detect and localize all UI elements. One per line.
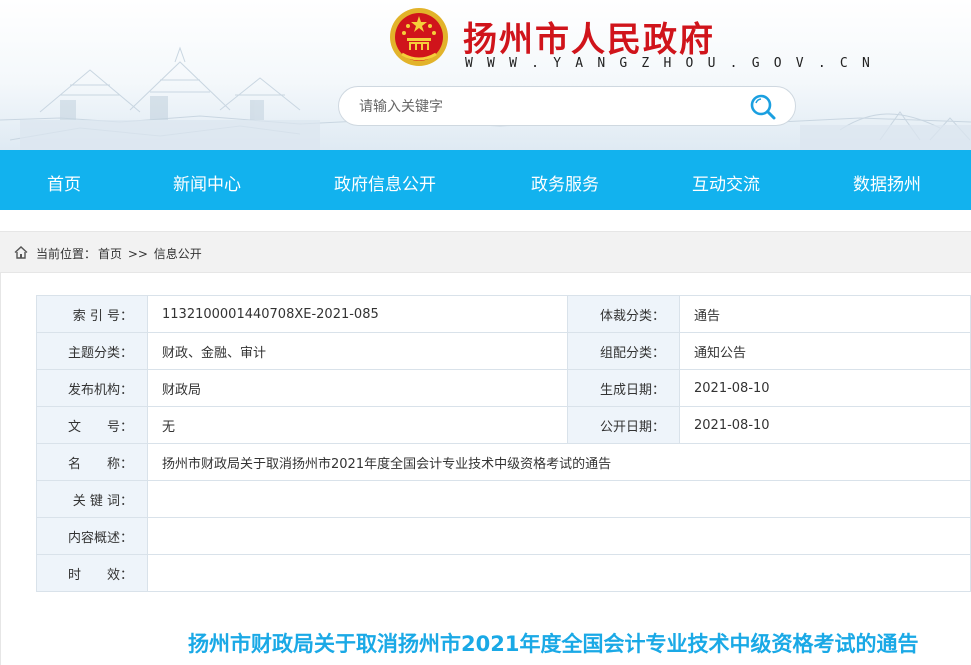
validity-value xyxy=(147,554,971,592)
table-row: 内容概述： xyxy=(36,517,971,555)
site-title: 扬州市人民政府 xyxy=(463,20,715,60)
breadcrumb-separator: >> xyxy=(124,247,152,261)
breadcrumb-trail: 当前位置： 首页 >> 信息公开 xyxy=(36,245,204,262)
site-header: 扬州市人民政府 W W W . Y A N G Z H O U . G O V … xyxy=(0,0,971,150)
genre-value: 通告 xyxy=(679,295,971,333)
created-value: 2021-08-10 xyxy=(679,369,971,407)
org-label: 发布机构： xyxy=(36,369,148,407)
genre-label: 体裁分类： xyxy=(567,295,680,333)
keywords-label: 关 键 词： xyxy=(36,480,148,518)
name-label: 名 称： xyxy=(36,443,148,481)
name-value: 扬州市财政局关于取消扬州市2021年度全国会计专业技术中级资格考试的通告 xyxy=(147,443,971,481)
main-nav: 首页 新闻中心 政府信息公开 政务服务 互动交流 数据扬州 xyxy=(0,150,971,210)
table-row: 关 键 词： xyxy=(36,480,971,518)
keywords-value xyxy=(147,480,971,518)
home-icon xyxy=(14,246,28,259)
topic-label: 主题分类： xyxy=(36,332,148,370)
summary-label: 内容概述： xyxy=(36,517,148,555)
breadcrumb-prefix: 当前位置： xyxy=(36,247,97,261)
table-row: 发布机构： 财政局 生成日期： 2021-08-10 xyxy=(36,369,971,407)
breadcrumb-home-link[interactable]: 首页 xyxy=(98,247,122,261)
nav-item-services[interactable]: 政务服务 xyxy=(531,170,599,195)
article-title: 扬州市财政局关于取消扬州市2021年度全国会计专业技术中级资格考试的通告 xyxy=(188,632,919,656)
table-row: 索 引 号： 1132100001440708XE-2021-085 体裁分类：… xyxy=(36,295,971,333)
docno-label: 文 号： xyxy=(36,406,148,444)
breadcrumb-current[interactable]: 信息公开 xyxy=(154,247,202,261)
created-label: 生成日期： xyxy=(567,369,680,407)
search-input[interactable] xyxy=(359,96,739,118)
site-url: W W W . Y A N G Z H O U . G O V . C N xyxy=(465,56,873,71)
national-emblem-icon xyxy=(390,8,448,66)
document-metadata-table: 索 引 号： 1132100001440708XE-2021-085 体裁分类：… xyxy=(36,295,971,592)
docno-value: 无 xyxy=(147,406,568,444)
nav-item-gov-info[interactable]: 政府信息公开 xyxy=(334,170,436,195)
group-value: 通知公告 xyxy=(679,332,971,370)
search-icon[interactable] xyxy=(749,93,777,121)
nav-item-data[interactable]: 数据扬州 xyxy=(853,170,921,195)
validity-label: 时 效： xyxy=(36,554,148,592)
table-row: 时 效： xyxy=(36,554,971,592)
table-row: 主题分类： 财政、金融、审计 组配分类： 通知公告 xyxy=(36,332,971,370)
published-value: 2021-08-10 xyxy=(679,406,971,444)
group-label: 组配分类： xyxy=(567,332,680,370)
published-label: 公开日期： xyxy=(567,406,680,444)
topic-value: 财政、金融、审计 xyxy=(147,332,568,370)
search-box xyxy=(338,86,796,126)
nav-item-interaction[interactable]: 互动交流 xyxy=(692,170,760,195)
index-value: 1132100001440708XE-2021-085 xyxy=(147,295,568,333)
table-row: 文 号： 无 公开日期： 2021-08-10 xyxy=(36,406,971,444)
summary-value xyxy=(147,517,971,555)
table-row: 名 称： 扬州市财政局关于取消扬州市2021年度全国会计专业技术中级资格考试的通… xyxy=(36,443,971,481)
nav-item-news[interactable]: 新闻中心 xyxy=(173,170,241,195)
index-label: 索 引 号： xyxy=(36,295,148,333)
org-value: 财政局 xyxy=(147,369,568,407)
breadcrumb: 当前位置： 首页 >> 信息公开 xyxy=(0,231,971,273)
nav-item-home[interactable]: 首页 xyxy=(47,170,81,195)
